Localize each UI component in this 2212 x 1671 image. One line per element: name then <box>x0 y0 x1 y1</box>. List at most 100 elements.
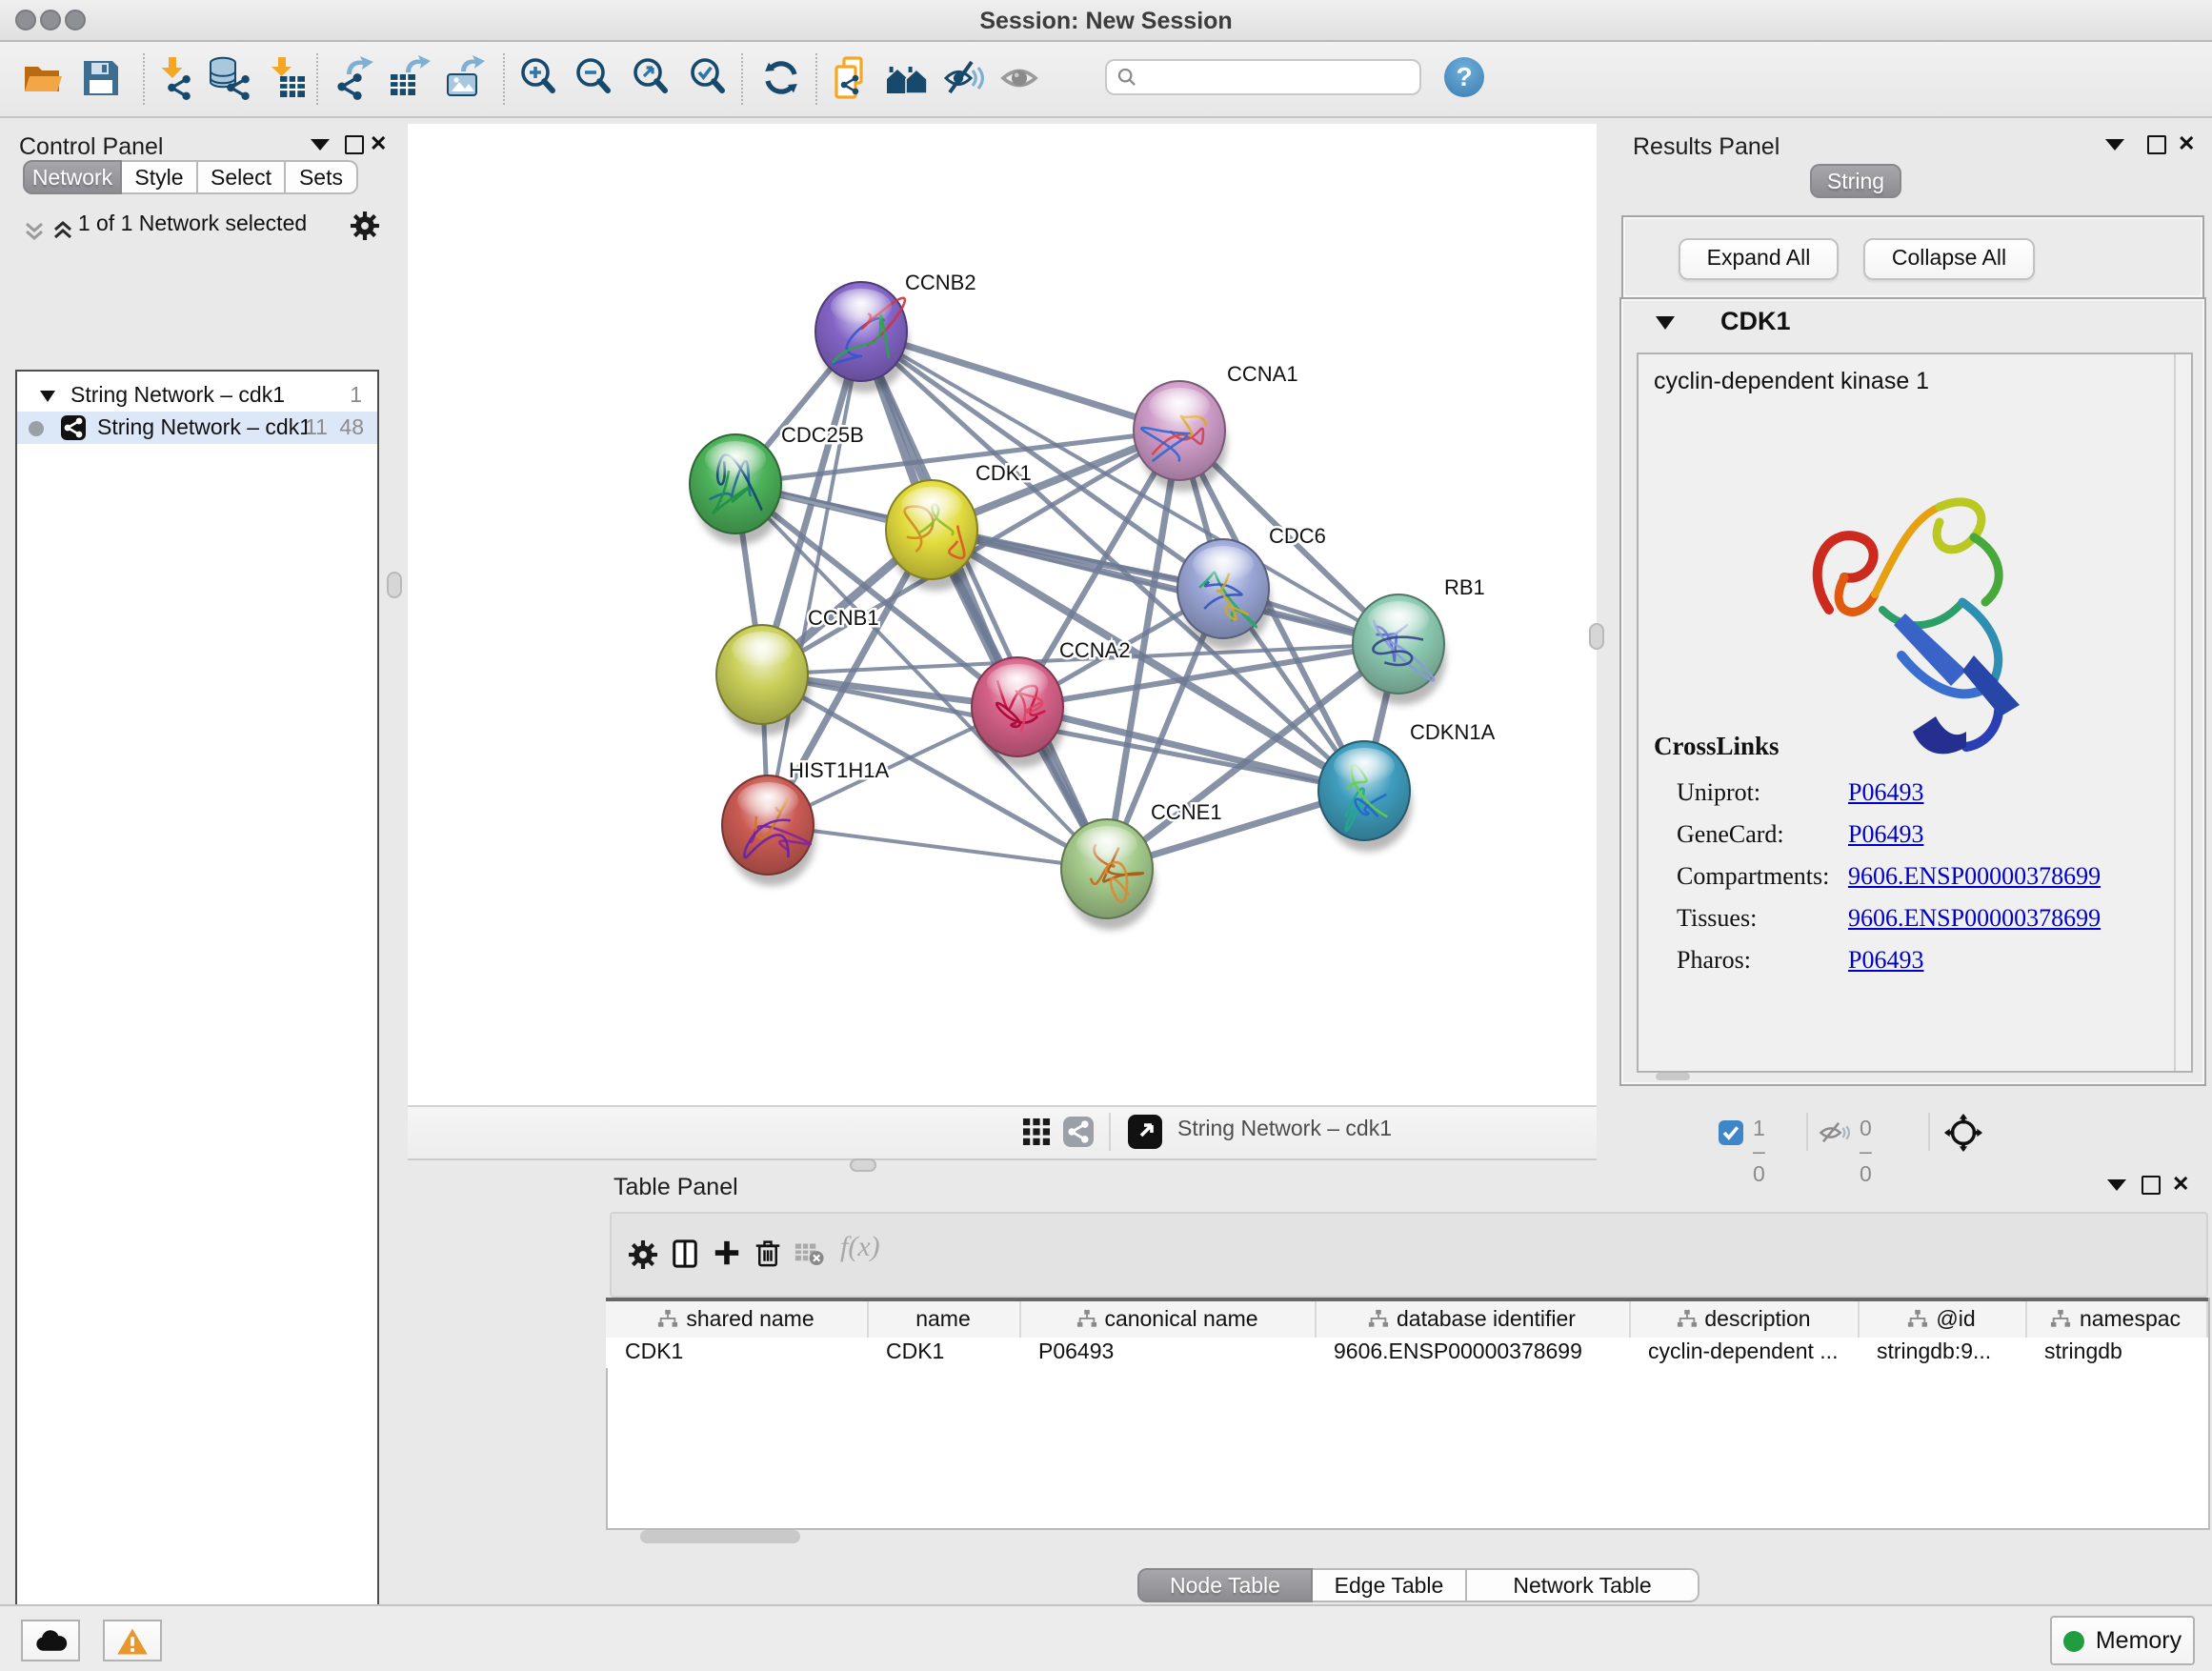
memory-button[interactable]: Memory <box>2050 1616 2195 1665</box>
collapse-all-button[interactable]: Collapse All <box>1863 238 2035 280</box>
tab-network[interactable]: Network <box>23 160 122 194</box>
close-panel-icon[interactable]: ✕ <box>2172 1172 2189 1197</box>
export-network-button[interactable] <box>332 55 377 101</box>
network-status-dot <box>29 420 44 435</box>
zoom-fit-button[interactable] <box>629 55 674 101</box>
collapse-triangle-icon[interactable] <box>40 390 55 401</box>
cloud-button[interactable] <box>21 1620 80 1661</box>
crosslink-uniprot-link[interactable]: P06493 <box>1848 777 1923 808</box>
column-header-description[interactable]: description <box>1629 1299 1858 1338</box>
network-node-CDKN1A[interactable]: CDKN1A <box>1318 720 1496 852</box>
zoom-out-button[interactable] <box>572 55 617 101</box>
open-session-button[interactable] <box>21 55 67 101</box>
network-node-CCNA1[interactable]: CCNA1 <box>1134 362 1298 492</box>
search-input[interactable] <box>1137 64 1393 91</box>
network-node-CCNB2[interactable]: CCNB2 <box>815 271 976 393</box>
zoom-selected-button[interactable] <box>686 55 732 101</box>
network-node-RB1[interactable]: RB1 <box>1353 575 1485 705</box>
table-row[interactable]: CDK1 CDK1 P06493 9606.ENSP00000378699 cy… <box>606 1338 2206 1368</box>
create-column-icon[interactable] <box>713 1238 741 1267</box>
status-bar: Memory <box>0 1604 2212 1671</box>
toolbar-separator <box>503 53 505 105</box>
tab-select[interactable]: Select <box>198 160 286 194</box>
cell-database-identifier[interactable]: 9606.ENSP00000378699 <box>1315 1338 1629 1368</box>
column-header-shared-name[interactable]: shared name <box>606 1299 867 1338</box>
network-row-selected[interactable]: String Network – cdk1 11 48 <box>17 412 377 444</box>
float-panel-icon[interactable] <box>2142 1176 2161 1195</box>
tab-network-table[interactable]: Network Table <box>1467 1568 1699 1602</box>
crosslink-compartments-link[interactable]: 9606.ENSP00000378699 <box>1848 861 2101 892</box>
network-node-HIST1H1A[interactable]: HIST1H1A <box>722 758 889 886</box>
delete-column-trash-icon[interactable] <box>754 1237 781 1269</box>
tab-string-results[interactable]: String <box>1810 164 1901 198</box>
expand-all-button[interactable]: Expand All <box>1679 238 1839 280</box>
tab-sets[interactable]: Sets <box>286 160 358 194</box>
show-columns-icon[interactable] <box>671 1238 699 1269</box>
crosslink-genecard-link[interactable]: P06493 <box>1848 819 1923 850</box>
edge-count: 48 <box>339 416 364 439</box>
save-session-button[interactable] <box>78 55 124 101</box>
network-node-label-CDC6: CDC6 <box>1269 524 1326 548</box>
network-edge[interactable] <box>768 332 861 825</box>
show-eye-button[interactable] <box>998 55 1044 101</box>
network-options-gear-icon[interactable] <box>351 211 379 240</box>
cell-name[interactable]: CDK1 <box>867 1338 1019 1368</box>
network-node-label-CDC25B: CDC25B <box>781 423 864 447</box>
entry-collapse-icon[interactable] <box>1656 316 1675 330</box>
tab-node-table[interactable]: Node Table <box>1137 1568 1313 1602</box>
left-panel-divider-handle[interactable] <box>387 572 402 598</box>
cell-id[interactable]: stringdb:9... <box>1858 1338 2025 1368</box>
tab-edge-table[interactable]: Edge Table <box>1313 1568 1467 1602</box>
network-canvas[interactable]: CCNB2CCNA1CDC25BCDK1CDC6RB1CCNB1CCNA2CDK… <box>408 124 1597 1105</box>
column-header-canonical-name[interactable]: canonical name <box>1019 1299 1315 1338</box>
network-badge-icon[interactable] <box>1063 1117 1094 1147</box>
column-header-name[interactable]: name <box>867 1299 1019 1338</box>
cell-description[interactable]: cyclin-dependent ... <box>1629 1338 1858 1368</box>
string-home-button[interactable] <box>884 55 930 101</box>
panel-menu-icon[interactable] <box>2107 1179 2126 1191</box>
float-panel-icon[interactable] <box>2147 135 2166 154</box>
right-panel-divider-handle[interactable] <box>1589 623 1604 650</box>
tab-style[interactable]: Style <box>122 160 198 194</box>
table-panel-title: Table Panel <box>613 1174 738 1200</box>
network-graph[interactable]: CCNB2CCNA1CDC25BCDK1CDC6RB1CCNB1CCNA2CDK… <box>408 124 1597 1105</box>
network-edge[interactable] <box>768 825 1107 869</box>
zoom-in-button[interactable] <box>516 55 562 101</box>
refresh-button[interactable] <box>758 55 804 101</box>
float-panel-icon[interactable] <box>345 135 364 154</box>
export-image-button[interactable] <box>442 55 488 101</box>
warnings-button[interactable] <box>103 1620 162 1661</box>
cell-canonical-name[interactable]: P06493 <box>1019 1338 1315 1368</box>
close-panel-icon[interactable]: ✕ <box>2178 131 2195 156</box>
help-button[interactable]: ? <box>1444 57 1484 97</box>
export-table-button[interactable] <box>387 55 432 101</box>
network-node-label-CCNA2: CCNA2 <box>1059 638 1131 662</box>
grid-view-icon[interactable] <box>1021 1117 1052 1147</box>
crosslink-pharos-link[interactable]: P06493 <box>1848 945 1923 976</box>
table-horizontal-scrollbar[interactable] <box>640 1530 800 1543</box>
panel-menu-icon[interactable] <box>311 139 330 151</box>
cell-shared-name[interactable]: CDK1 <box>606 1338 867 1368</box>
import-network-from-database-button[interactable] <box>206 55 251 101</box>
table-options-gear-icon[interactable] <box>629 1240 657 1269</box>
import-table-button[interactable] <box>263 55 309 101</box>
import-network-button[interactable] <box>151 55 196 101</box>
results-vertical-scrollbar[interactable] <box>2174 354 2187 1071</box>
network-edge[interactable] <box>861 332 1107 869</box>
string-import-button[interactable] <box>827 55 873 101</box>
toolbar-search[interactable] <box>1105 59 1421 95</box>
crosslink-tissues-link[interactable]: 9606.ENSP00000378699 <box>1848 903 2101 934</box>
column-header-id[interactable]: @id <box>1858 1299 2025 1338</box>
column-header-database-identifier[interactable]: database identifier <box>1315 1299 1629 1338</box>
panel-menu-icon[interactable] <box>2105 139 2124 151</box>
network-node-CDK1[interactable]: CDK1 <box>886 461 1032 591</box>
cell-namespace[interactable]: stringdb <box>2025 1338 2206 1368</box>
close-panel-icon[interactable]: ✕ <box>370 131 387 156</box>
results-horizontal-scrollbar[interactable] <box>1656 1073 1690 1080</box>
hide-glass-eye-button[interactable] <box>941 55 987 101</box>
column-header-namespace[interactable]: namespac <box>2025 1299 2206 1338</box>
main-toolbar: ? <box>0 42 2212 118</box>
open-in-window-icon[interactable] <box>1128 1115 1162 1149</box>
network-collection-row[interactable]: String Network – cdk1 1 <box>17 379 377 412</box>
network-edge[interactable] <box>861 332 1179 431</box>
